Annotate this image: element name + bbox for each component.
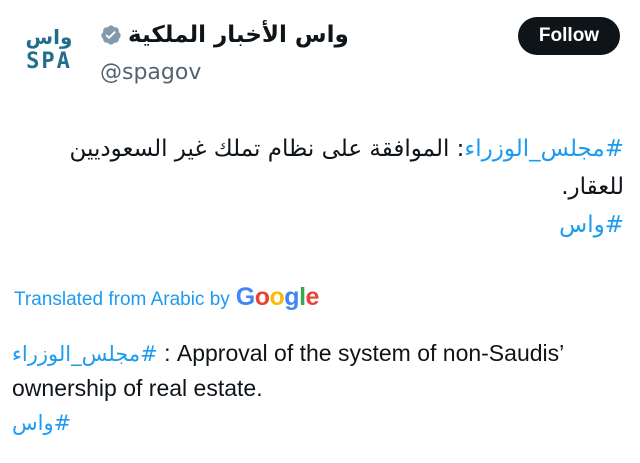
follow-button[interactable]: Follow: [518, 17, 620, 55]
display-name-text: واس الأخبار الملكية: [128, 22, 349, 48]
post-text: #مجلس_الوزراء: الموافقة على نظام تملك غي…: [14, 130, 625, 244]
translated-text: #مجلس_الوزراء : Approval of the system o…: [12, 336, 624, 440]
translation-attribution[interactable]: Translated from Arabic by Google: [14, 283, 319, 312]
translated-hashtag-spa-link[interactable]: #واس: [12, 411, 71, 435]
account-display-name-row[interactable]: واس الأخبار الملكية: [100, 22, 349, 48]
google-logo: Google: [235, 283, 320, 311]
account-handle[interactable]: @spagov: [100, 60, 201, 85]
spa-logo: واس SPA: [26, 25, 73, 72]
translated-hashtag-cabinet-link[interactable]: #مجلس_الوزراء: [12, 342, 158, 366]
hashtag-cabinet-link[interactable]: #مجلس_الوزراء: [464, 136, 624, 162]
verified-badge-icon: [101, 25, 121, 45]
translation-attribution-label: Translated from Arabic by: [14, 289, 230, 310]
hashtag-spa-link[interactable]: #واس: [559, 212, 624, 238]
logo-spa-text: SPA: [26, 49, 72, 72]
logo-arabic-text: واس: [26, 25, 73, 49]
